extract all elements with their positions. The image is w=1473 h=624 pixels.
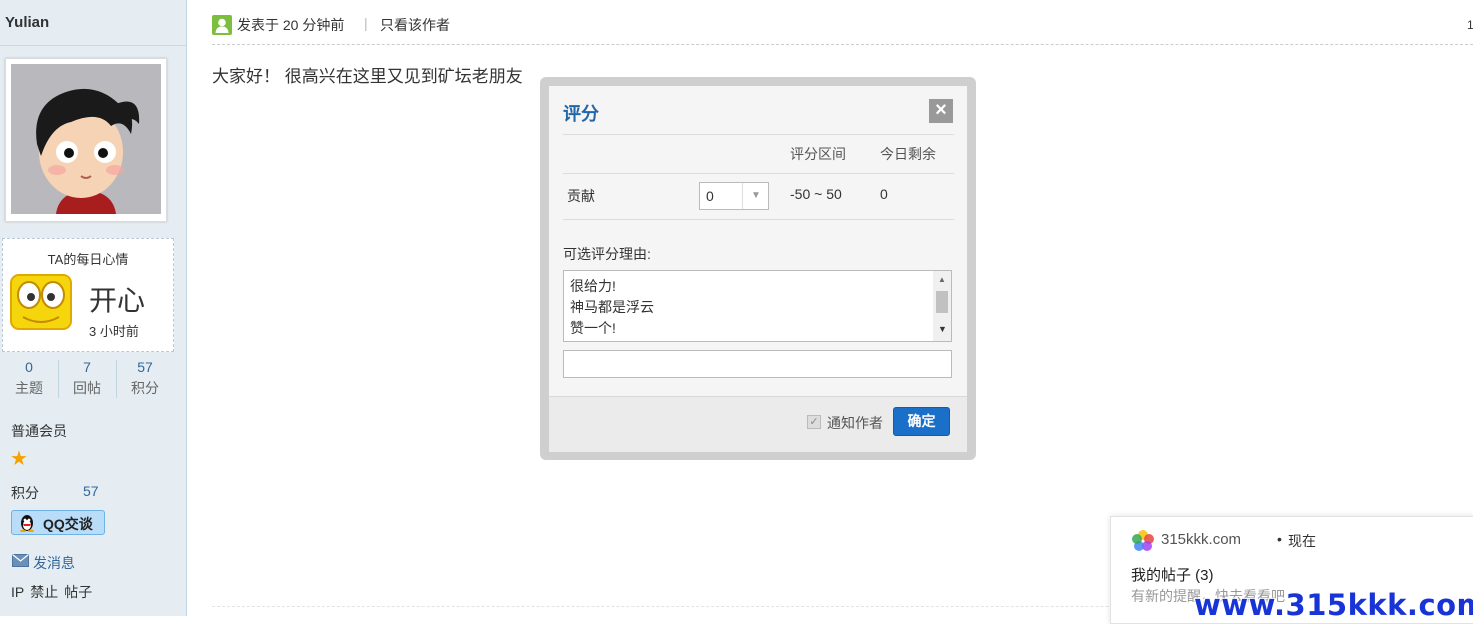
notification-time: 现在 xyxy=(1288,533,1316,549)
post-time: 发表于 20 分钟前 xyxy=(237,17,345,33)
mood-time: 3 小时前 xyxy=(89,324,139,339)
reason-label: 可选评分理由: xyxy=(563,246,651,262)
site-logo-icon xyxy=(1132,530,1154,551)
sidebar-divider xyxy=(0,45,186,46)
avatar-image xyxy=(11,64,161,214)
stat-threads-count: 0 xyxy=(25,359,33,375)
dialog-divider xyxy=(563,134,954,135)
rating-score-value: 0 xyxy=(706,188,714,204)
rating-dialog: 评分 × 评分区间 今日剩余 贡献 0 ▼ -50 ~ 50 0 可选评分理由:… xyxy=(540,77,976,460)
reason-input[interactable] xyxy=(563,350,952,378)
header-range: 评分区间 xyxy=(790,146,846,162)
admin-link-ip[interactable]: IP xyxy=(11,584,24,600)
chevron-down-icon: ▼ xyxy=(742,183,769,209)
stat-replies-label: 回帖 xyxy=(73,380,101,396)
admin-link-posts[interactable]: 帖子 xyxy=(64,584,92,600)
post-divider xyxy=(212,44,1473,45)
notify-author-label[interactable]: 通知作者 xyxy=(827,413,883,433)
credits-label: 积分 xyxy=(11,485,39,501)
site-watermark: www.315kkk.com xyxy=(1194,588,1473,622)
reason-scrollbar[interactable]: ▲ ▼ xyxy=(933,271,951,341)
rating-remaining: 0 xyxy=(880,186,888,202)
qq-penguin-icon xyxy=(20,515,34,532)
rating-score-select[interactable]: 0 ▼ xyxy=(699,182,769,210)
user-stats: 0 主题 7 回帖 57 积分 xyxy=(0,358,175,402)
stat-threads[interactable]: 0 主题 xyxy=(0,358,58,400)
close-icon[interactable]: × xyxy=(929,99,953,123)
stat-replies[interactable]: 7 回帖 xyxy=(58,358,116,400)
table-divider xyxy=(563,173,954,174)
star-icon: ★ xyxy=(10,448,28,470)
send-message-label: 发消息 xyxy=(33,555,75,571)
dialog-footer: ✓ 通知作者 确定 xyxy=(549,396,967,452)
stat-credits[interactable]: 57 积分 xyxy=(116,358,174,400)
admin-links: IP 禁止 帖子 xyxy=(11,582,98,602)
confirm-button[interactable]: 确定 xyxy=(893,407,950,436)
user-sidebar: Yulian TA的每日心情 开心 3 小时前 0 主题 7 回帖 57 积分 … xyxy=(0,0,187,616)
mood-face-icon xyxy=(10,274,72,330)
table-divider xyxy=(563,219,954,220)
stat-threads-label: 主题 xyxy=(15,380,43,396)
reason-option[interactable]: 赞一个! xyxy=(570,318,616,338)
reason-option[interactable]: 很给力! xyxy=(570,276,616,296)
credits-value: 57 xyxy=(83,483,99,499)
dialog-title: 评分 xyxy=(563,104,599,124)
send-message-link[interactable]: 发消息 xyxy=(12,553,75,573)
notification-site: 315kkk.com xyxy=(1161,531,1242,548)
mood-title: TA的每日心情 xyxy=(47,252,129,267)
reason-option[interactable]: 神马都是浮云 xyxy=(570,297,654,317)
notify-author-checkbox[interactable]: ✓ xyxy=(807,415,821,429)
avatar[interactable] xyxy=(5,58,167,222)
stat-credits-label: 积分 xyxy=(131,380,159,396)
daily-mood-box: TA的每日心情 开心 3 小时前 xyxy=(2,238,174,352)
mood-word: 开心 xyxy=(89,285,146,316)
scroll-thumb[interactable] xyxy=(936,291,948,313)
stat-replies-count: 7 xyxy=(83,359,91,375)
notification-title: 我的帖子 (3) xyxy=(1131,567,1214,584)
floor-number[interactable]: 1 xyxy=(1467,18,1473,32)
header-separator: | xyxy=(364,15,368,31)
rating-dialog-body: 评分 × 评分区间 今日剩余 贡献 0 ▼ -50 ~ 50 0 可选评分理由:… xyxy=(549,86,967,452)
rating-item-name: 贡献 xyxy=(567,188,595,204)
header-remaining: 今日剩余 xyxy=(880,146,936,162)
stat-credits-count: 57 xyxy=(137,359,153,375)
reason-listbox[interactable]: 很给力! 神马都是浮云 赞一个! ▲ ▼ xyxy=(563,270,952,342)
scroll-up-icon[interactable]: ▲ xyxy=(938,275,946,284)
user-group[interactable]: 普通会员 xyxy=(11,421,67,441)
user-online-icon xyxy=(212,15,232,35)
admin-link-ban[interactable]: 禁止 xyxy=(30,584,58,600)
envelope-icon xyxy=(12,554,29,567)
qq-chat-label: QQ交谈 xyxy=(43,516,93,532)
scroll-down-icon[interactable]: ▼ xyxy=(938,324,947,334)
username[interactable]: Yulian xyxy=(5,14,49,31)
qq-chat-button[interactable]: QQ交谈 xyxy=(11,510,105,535)
notification-dot: • xyxy=(1277,531,1282,547)
rating-range: -50 ~ 50 xyxy=(790,186,842,202)
post-content: 大家好！ 很高兴在这里又见到矿坛老朋友 xyxy=(212,67,523,86)
only-author-link[interactable]: 只看该作者 xyxy=(380,15,450,35)
